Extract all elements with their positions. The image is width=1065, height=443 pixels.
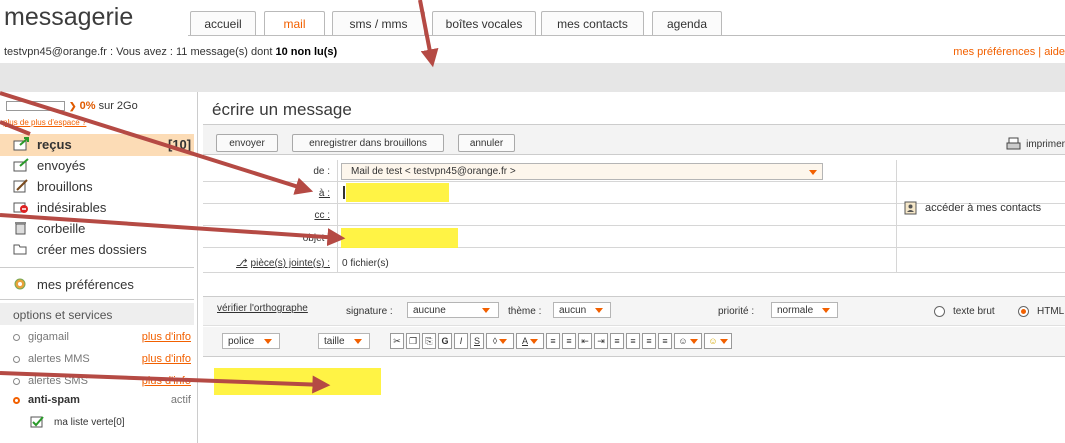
annotation-arrows	[0, 0, 439, 394]
arrow-stub	[0, 120, 31, 136]
arrow-to-subject	[0, 213, 346, 247]
arrow-to-body	[0, 371, 331, 394]
mail-compose-screen: { "app": {"brand": "messagerie"}, "tabs"…	[0, 0, 1065, 443]
arrow-to-status	[418, 0, 439, 68]
arrow-to-recipient	[0, 91, 314, 195]
